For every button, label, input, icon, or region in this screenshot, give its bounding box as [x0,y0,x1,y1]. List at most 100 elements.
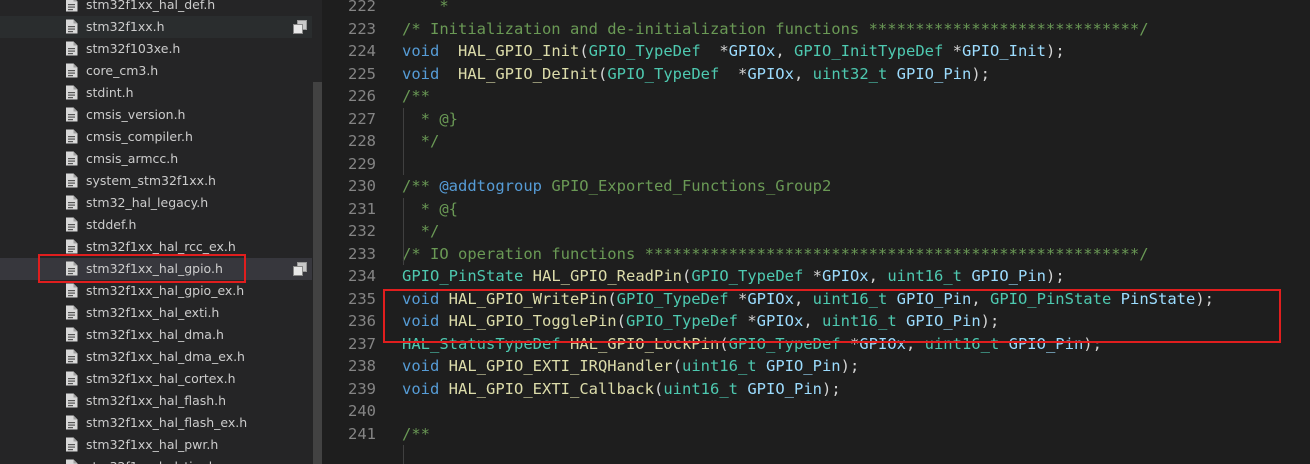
code-text: /** @addtogroup GPIO_Exported_Functions_… [402,175,831,198]
code-line[interactable]: 222 * [322,0,1310,18]
code-token: GPIO_TypeDef [691,267,804,285]
code-token: * [402,0,458,15]
code-line[interactable]: 228 */ [322,130,1310,153]
code-text: void HAL_GPIO_Init(GPIO_TypeDef *GPIOx, … [402,40,1065,63]
code-token: /* IO operation functions **************… [402,244,1149,263]
file-item[interactable]: stm32f1xx_hal_flash.h [0,390,312,412]
file-item[interactable]: stddef.h [0,214,312,236]
copy-icon[interactable] [293,20,307,34]
code-text: * @} [402,108,458,131]
code-line[interactable]: 239 void HAL_GPIO_EXTI_Callback(uint16_t … [322,378,1310,401]
file-item[interactable]: stm32f1xx_hal_flash_ex.h [0,412,312,434]
line-number: 238 [348,357,376,375]
code-token: * [803,267,822,285]
code-token: void [402,42,440,60]
file-item[interactable]: stm32f1xx_hal_def.h [0,0,312,16]
file-item[interactable]: system_stm32f1xx.h [0,170,312,192]
code-line[interactable]: 223 /* Initialization and de-initializati… [322,18,1310,41]
file-icon [66,19,78,34]
code-token: HAL_GPIO_DeInit [458,64,598,83]
indent-guide [403,107,404,175]
code-token: ( [653,379,664,398]
file-icon [66,173,78,188]
code-token: HAL_GPIO_EXTI_Callback [448,379,654,398]
code-token: void [402,379,440,398]
sidebar-scrollbar-thumb[interactable] [313,82,322,464]
line-number: 241 [348,424,376,443]
file-item[interactable]: cmsis_version.h [0,104,312,126]
code-line[interactable]: 238 void HAL_GPIO_EXTI_IRQHandler(uint16_… [322,355,1310,378]
file-item[interactable]: stm32f103xe.h [0,38,312,60]
code-line[interactable]: 233 /* IO operation functions ***********… [322,243,1310,266]
line-number: 231 [348,199,376,218]
file-icon [66,459,78,464]
file-item[interactable]: stdint.h [0,82,312,104]
code-line[interactable]: 230 /** @addtogroup GPIO_Exported_Functio… [322,175,1310,198]
code-token: GPIO_Init [961,42,1046,60]
code-line[interactable]: 234 GPIO_PinState HAL_GPIO_ReadPin(GPIO_T… [322,265,1310,288]
file-label: stm32f103xe.h [86,41,181,56]
code-token: GPIO_InitTypeDef [794,42,944,60]
code-line[interactable]: 227 * @} [322,108,1310,131]
code-line[interactable]: 231 * @{ [322,198,1310,221]
file-label: stm32f1xx.h [86,19,165,34]
code-line[interactable]: 225 void HAL_GPIO_DeInit(GPIO_TypeDef *GP… [322,63,1310,86]
code-token: uint32_t [812,64,888,83]
file-explorer: stm32f1xx_hal_def.h stm32f1xx.h stm32f103x… [0,0,322,464]
code-token: GPIO_TypeDef [607,64,720,83]
code-text: GPIO_PinState HAL_GPIO_ReadPin(GPIO_Type… [402,265,1065,288]
file-item[interactable]: stm32f1xx_hal_dma_ex.h [0,346,312,368]
code-token: GPIO_TypeDef [588,42,701,60]
file-item[interactable]: cmsis_compiler.h [0,126,312,148]
code-token: GPIOx [728,42,776,60]
file-label: cmsis_compiler.h [86,129,193,144]
file-item[interactable]: stm32f1xx_hal_dma.h [0,324,312,346]
file-label: stm32f1xx_hal_flash_ex.h [86,415,248,430]
code-token: /* Initialization and de-initialization … [402,19,1149,38]
file-item[interactable]: stm32f1xx_hal_tim.h [0,456,312,464]
line-number: 228 [348,132,376,150]
code-line[interactable]: 229 [322,153,1310,176]
code-token: GPIO_PinState [402,267,524,285]
file-item[interactable]: stm32f1xx_hal_cortex.h [0,368,312,390]
code-line[interactable]: 240 [322,400,1310,423]
file-label: stm32f1xx_hal_pwr.h [86,437,219,452]
file-label: stdint.h [86,85,134,100]
code-token: /** [402,177,440,195]
file-label: system_stm32f1xx.h [86,173,216,188]
code-token: */ [402,132,440,150]
code-line[interactable]: 226 /** [322,85,1310,108]
file-icon [66,107,78,122]
file-item[interactable]: cmsis_armcc.h [0,148,312,170]
code-text: /* IO operation functions **************… [402,243,1149,266]
file-item[interactable]: stm32f1xx.h [0,16,312,38]
code-editor[interactable]: 222 * 223 /* Initialization and de-initia… [322,0,1310,464]
code-text: */ [402,220,440,243]
code-text: /** [402,85,430,108]
file-item[interactable]: stm32_hal_legacy.h [0,192,312,214]
code-token: ); [1045,42,1065,60]
file-label: stm32f1xx_hal_dma_ex.h [86,349,245,364]
file-item[interactable]: core_cm3.h [0,60,312,82]
file-item[interactable]: stm32f1xx_hal_exti.h [0,302,312,324]
file-label: cmsis_armcc.h [86,151,179,166]
code-line[interactable]: 241 /** [322,423,1310,446]
file-item[interactable]: stm32f1xx_hal_gpio_ex.h [0,280,312,302]
code-token: * [700,42,729,60]
code-text: void HAL_GPIO_EXTI_IRQHandler(uint16_t G… [402,355,859,378]
copy-icon[interactable] [293,262,307,276]
code-text: * @{ [402,198,458,221]
file-label: core_cm3.h [86,63,159,78]
code-line[interactable]: 224 void HAL_GPIO_Init(GPIO_TypeDef *GPIO… [322,40,1310,63]
highlight-box-code [383,289,1281,343]
file-icon [66,371,78,386]
code-token: * @{ [402,199,458,218]
code-text: /** [402,423,430,446]
file-item[interactable]: stm32f1xx_hal_pwr.h [0,434,312,456]
code-line[interactable]: 232 */ [322,220,1310,243]
line-number: 234 [348,267,376,285]
line-number: 222 [348,0,376,15]
